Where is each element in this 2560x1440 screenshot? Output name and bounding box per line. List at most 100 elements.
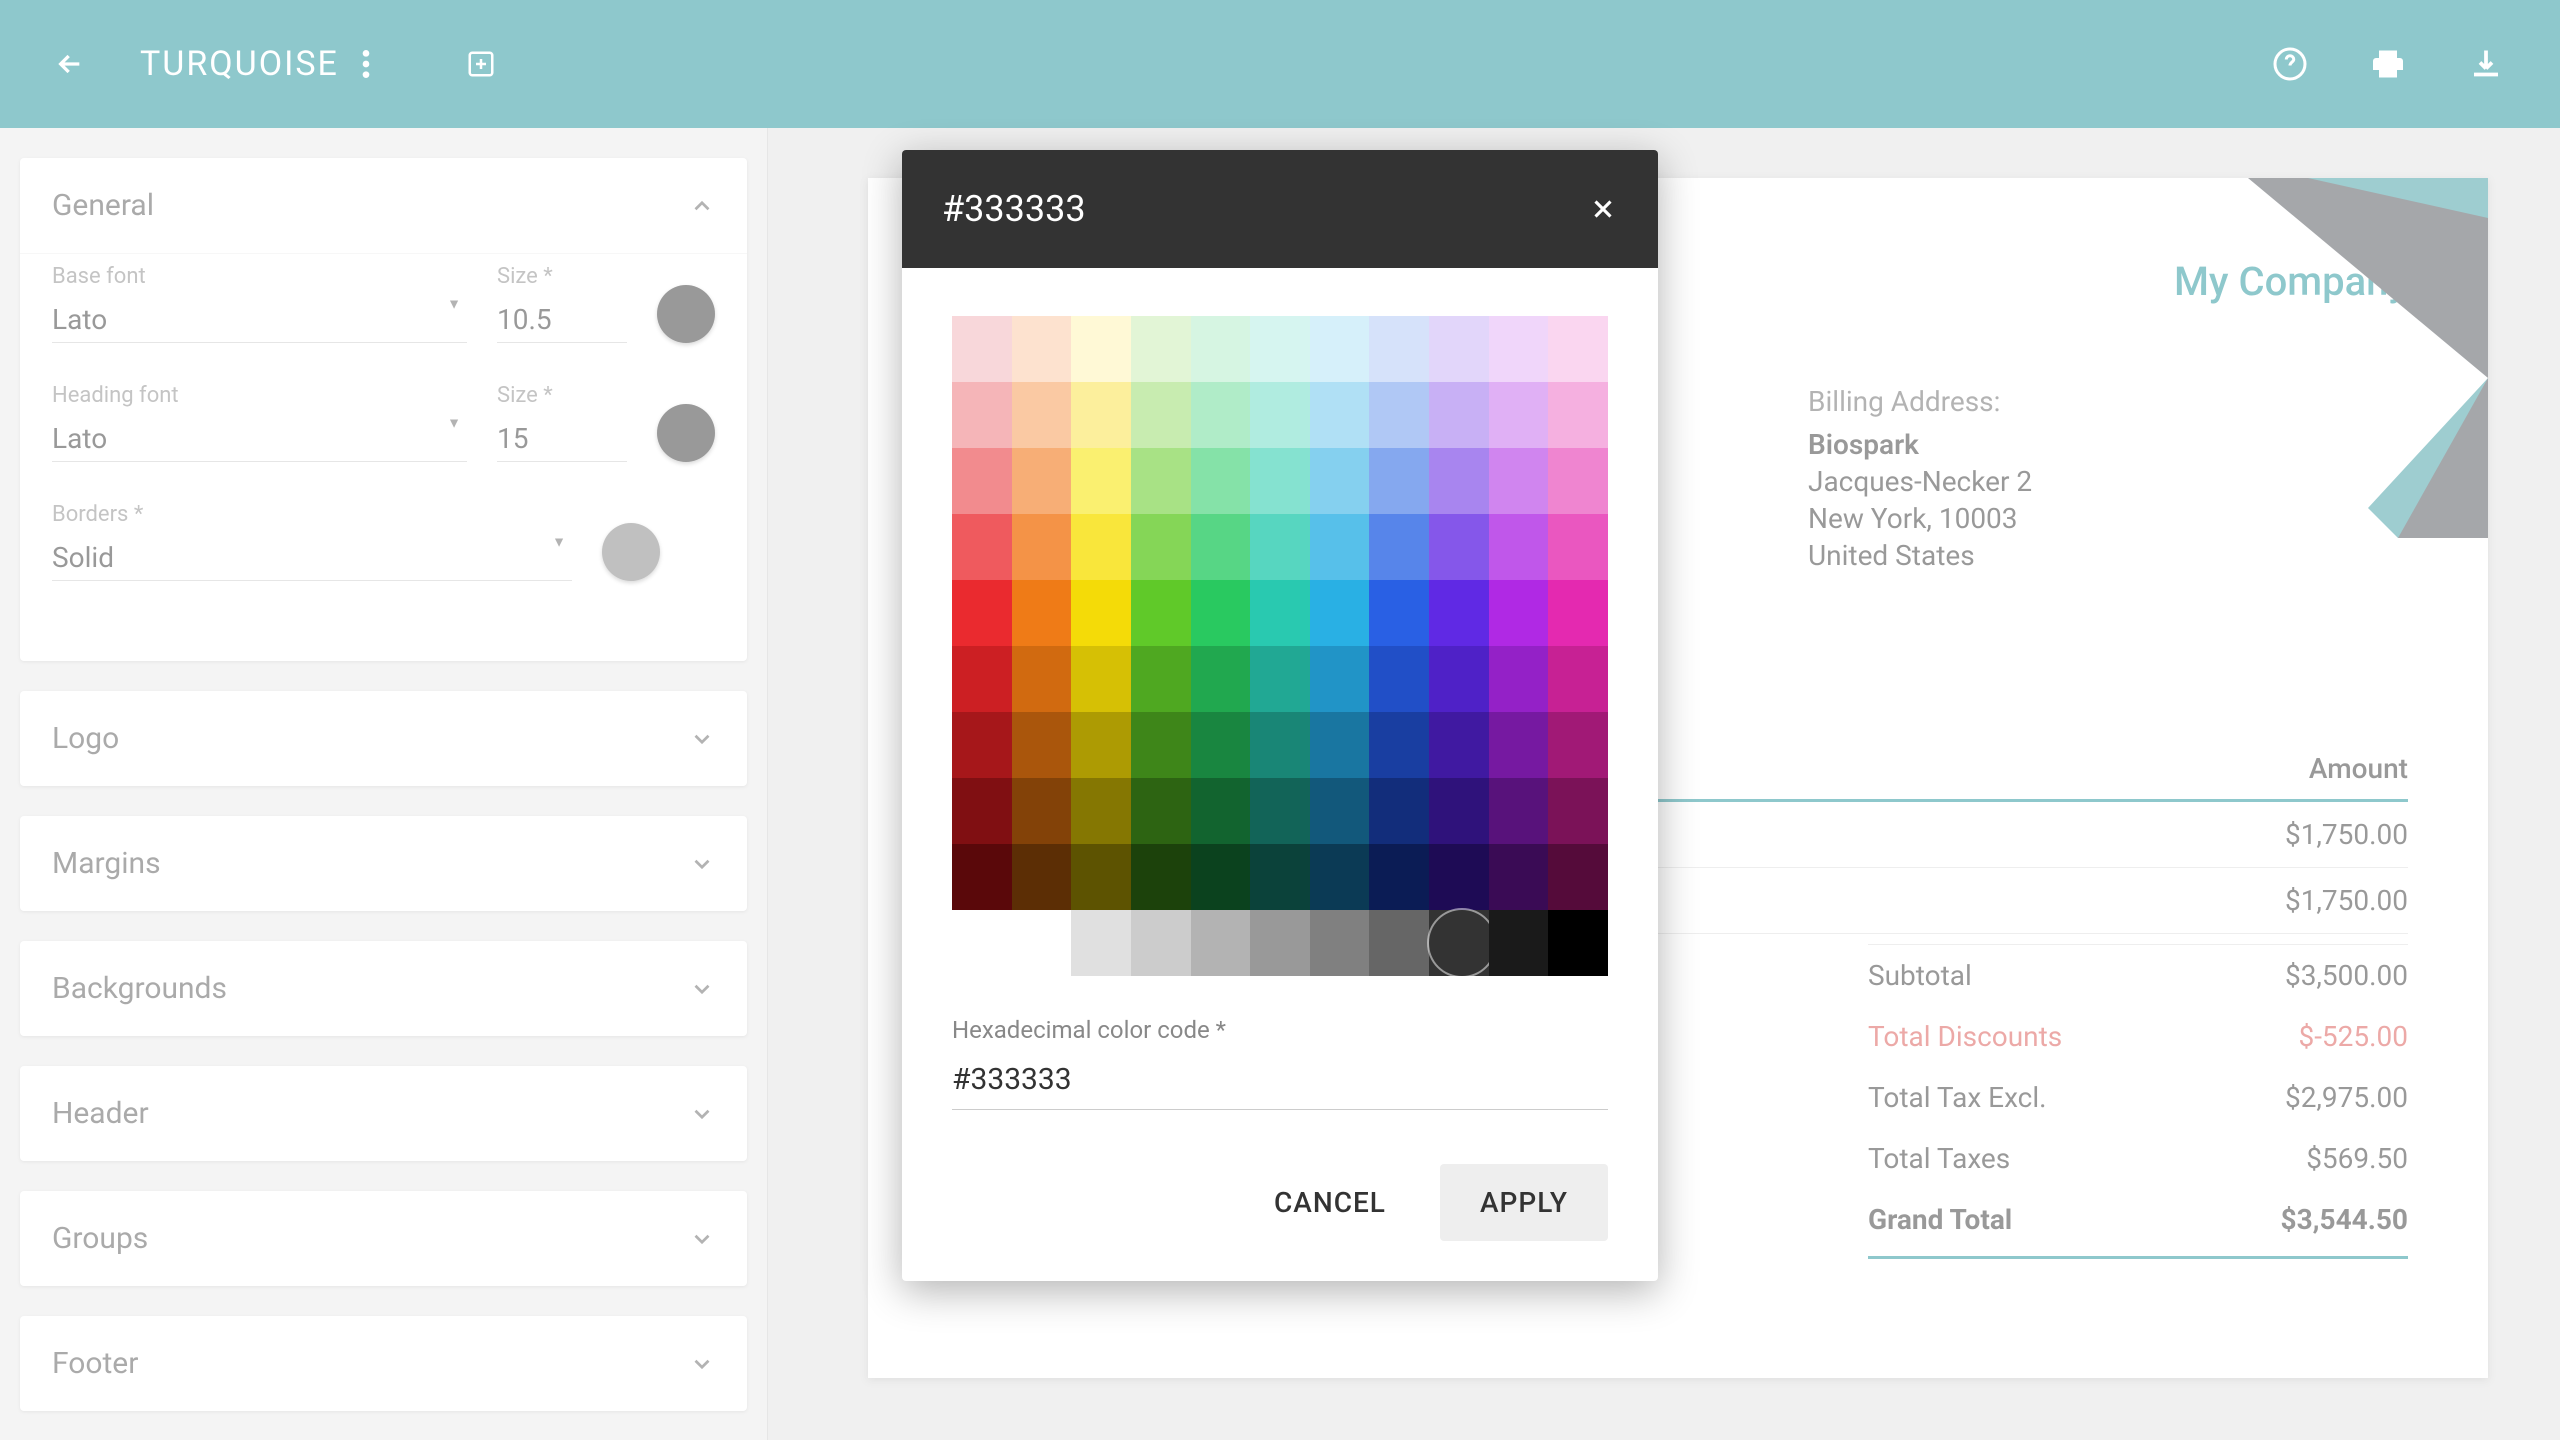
color-swatch[interactable] <box>1191 514 1251 580</box>
color-swatch[interactable] <box>1012 514 1072 580</box>
grey-swatch[interactable] <box>1489 910 1549 976</box>
color-swatch[interactable] <box>1429 382 1489 448</box>
color-swatch[interactable] <box>952 646 1012 712</box>
color-swatch[interactable] <box>952 844 1012 910</box>
color-swatch[interactable] <box>1310 448 1370 514</box>
grey-swatch[interactable] <box>1012 910 1072 976</box>
color-swatch[interactable] <box>1250 514 1310 580</box>
color-swatch[interactable] <box>1012 580 1072 646</box>
color-swatch[interactable] <box>1012 316 1072 382</box>
color-swatch[interactable] <box>1429 580 1489 646</box>
grey-swatch[interactable] <box>1548 910 1608 976</box>
color-swatch[interactable] <box>1071 712 1131 778</box>
hex-code-input[interactable] <box>952 1050 1608 1110</box>
grey-swatch[interactable] <box>1369 910 1429 976</box>
color-swatch[interactable] <box>1369 382 1429 448</box>
color-swatch[interactable] <box>1489 316 1549 382</box>
close-button[interactable] <box>1588 194 1618 224</box>
color-swatch[interactable] <box>1071 448 1131 514</box>
color-swatch[interactable] <box>1310 382 1370 448</box>
color-swatch[interactable] <box>1250 844 1310 910</box>
color-swatch[interactable] <box>1310 514 1370 580</box>
color-swatch[interactable] <box>1131 514 1191 580</box>
color-swatch[interactable] <box>952 712 1012 778</box>
color-swatch[interactable] <box>1429 712 1489 778</box>
color-swatch[interactable] <box>1548 316 1608 382</box>
color-swatch[interactable] <box>1429 448 1489 514</box>
color-swatch[interactable] <box>1548 382 1608 448</box>
color-swatch[interactable] <box>1489 514 1549 580</box>
color-swatch[interactable] <box>1369 646 1429 712</box>
color-swatch[interactable] <box>1071 778 1131 844</box>
color-swatch[interactable] <box>1250 712 1310 778</box>
cancel-button[interactable]: CANCEL <box>1234 1164 1426 1241</box>
color-swatch[interactable] <box>1489 844 1549 910</box>
apply-button[interactable]: APPLY <box>1440 1164 1608 1241</box>
color-swatch[interactable] <box>1250 580 1310 646</box>
color-swatch[interactable] <box>1012 448 1072 514</box>
color-swatch[interactable] <box>1131 712 1191 778</box>
color-swatch[interactable] <box>952 382 1012 448</box>
grey-swatch[interactable] <box>1191 910 1251 976</box>
color-swatch[interactable] <box>1369 448 1429 514</box>
modal-overlay[interactable]: #333333 Hexadecimal color code * CANCEL … <box>0 0 2560 1440</box>
color-swatch[interactable] <box>1489 382 1549 448</box>
color-swatch[interactable] <box>1191 778 1251 844</box>
color-swatch[interactable] <box>1548 712 1608 778</box>
grey-swatch-selected[interactable] <box>1429 910 1489 976</box>
color-swatch[interactable] <box>1369 580 1429 646</box>
color-swatch[interactable] <box>952 448 1012 514</box>
color-swatch[interactable] <box>1369 514 1429 580</box>
grey-swatch[interactable] <box>1250 910 1310 976</box>
color-swatch[interactable] <box>1489 646 1549 712</box>
color-swatch[interactable] <box>952 778 1012 844</box>
color-swatch[interactable] <box>1191 844 1251 910</box>
grey-swatch[interactable] <box>1131 910 1191 976</box>
color-swatch[interactable] <box>1369 844 1429 910</box>
color-swatch[interactable] <box>1071 316 1131 382</box>
color-swatch[interactable] <box>1429 646 1489 712</box>
color-swatch[interactable] <box>1429 514 1489 580</box>
color-swatch[interactable] <box>1369 316 1429 382</box>
color-swatch[interactable] <box>1369 778 1429 844</box>
color-swatch[interactable] <box>1310 316 1370 382</box>
color-swatch[interactable] <box>1191 382 1251 448</box>
color-swatch[interactable] <box>1250 778 1310 844</box>
color-swatch[interactable] <box>1250 646 1310 712</box>
color-swatch[interactable] <box>1489 712 1549 778</box>
color-swatch[interactable] <box>1191 580 1251 646</box>
color-swatch[interactable] <box>1012 382 1072 448</box>
color-swatch[interactable] <box>1131 778 1191 844</box>
color-swatch[interactable] <box>1310 712 1370 778</box>
color-swatch[interactable] <box>1131 448 1191 514</box>
color-swatch[interactable] <box>1071 844 1131 910</box>
color-swatch[interactable] <box>952 316 1012 382</box>
color-swatch[interactable] <box>1548 514 1608 580</box>
color-swatch[interactable] <box>1131 580 1191 646</box>
color-swatch[interactable] <box>1131 646 1191 712</box>
color-swatch[interactable] <box>1310 646 1370 712</box>
color-swatch[interactable] <box>1131 382 1191 448</box>
color-swatch[interactable] <box>1012 844 1072 910</box>
color-swatch[interactable] <box>1429 778 1489 844</box>
color-swatch[interactable] <box>1071 580 1131 646</box>
color-swatch[interactable] <box>1369 712 1429 778</box>
color-swatch[interactable] <box>1310 778 1370 844</box>
color-swatch[interactable] <box>952 580 1012 646</box>
color-swatch[interactable] <box>1250 316 1310 382</box>
color-swatch[interactable] <box>1489 580 1549 646</box>
color-swatch[interactable] <box>1310 844 1370 910</box>
color-swatch[interactable] <box>1012 646 1072 712</box>
color-swatch[interactable] <box>1012 778 1072 844</box>
color-swatch[interactable] <box>1071 646 1131 712</box>
color-swatch[interactable] <box>1071 514 1131 580</box>
color-swatch[interactable] <box>1548 844 1608 910</box>
color-swatch[interactable] <box>952 514 1012 580</box>
color-swatch[interactable] <box>1071 382 1131 448</box>
color-swatch[interactable] <box>1250 382 1310 448</box>
color-swatch[interactable] <box>1429 316 1489 382</box>
color-swatch[interactable] <box>1191 712 1251 778</box>
color-swatch[interactable] <box>1548 778 1608 844</box>
color-swatch[interactable] <box>1012 712 1072 778</box>
color-swatch[interactable] <box>1548 580 1608 646</box>
